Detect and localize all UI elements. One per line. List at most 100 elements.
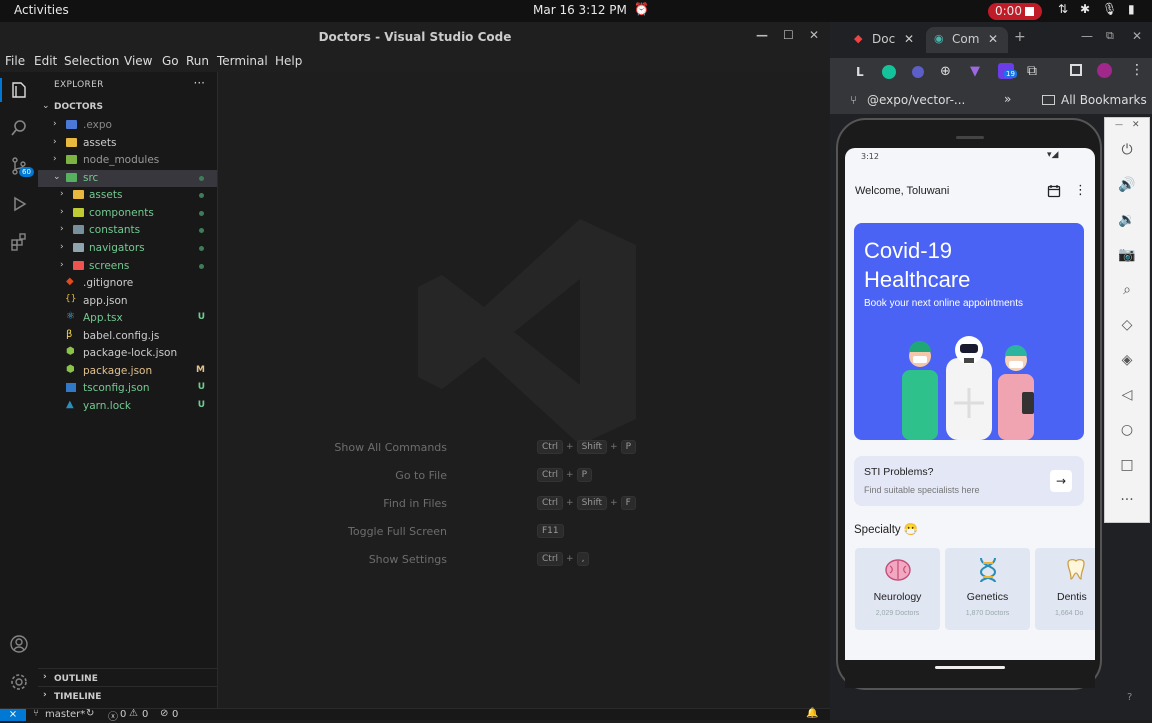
chrome-menu-icon[interactable]: ⋮ [1130, 62, 1144, 78]
hero-banner[interactable]: Covid-19 Healthcare Book your next online… [854, 223, 1084, 440]
close-icon[interactable]: ✕ [809, 28, 819, 42]
tree-item-package-json[interactable]: ⬢ package.json M [38, 363, 217, 380]
tree-item-components[interactable]: › components [38, 205, 217, 222]
accounts-icon[interactable] [9, 634, 29, 654]
more-options-icon[interactable]: ⋮ [1074, 183, 1087, 198]
maximize-icon[interactable]: ☐ [783, 28, 794, 42]
grammarly-icon[interactable] [882, 65, 896, 79]
notifications-bell-icon[interactable]: 🔔 [806, 708, 818, 719]
rotate-left-icon[interactable]: ◇ [1118, 317, 1136, 335]
power-icon[interactable]: ⏻ [1118, 142, 1136, 160]
tree-item-package-lock[interactable]: ⬢ package-lock.json [38, 345, 217, 362]
search-icon[interactable] [9, 118, 29, 138]
menu-terminal[interactable]: Terminal [217, 54, 268, 68]
tree-item-constants[interactable]: › constants [38, 222, 217, 239]
vscode-watermark-logo [418, 219, 636, 445]
menu-go[interactable]: Go [162, 54, 179, 68]
menu-selection[interactable]: Selection [64, 54, 119, 68]
close-tab-icon[interactable]: ✕ [988, 32, 998, 46]
volume-down-icon[interactable]: 🔉 [1118, 212, 1136, 230]
ports-icon[interactable]: ⊘ [160, 708, 168, 719]
microphone-icon[interactable]: 🎙 [1102, 2, 1117, 16]
dna-icon [979, 557, 997, 583]
tree-item-tsconfig[interactable]: tsconfig.json U [38, 380, 217, 397]
volume-up-icon[interactable]: 🔊 [1118, 177, 1136, 195]
error-icon[interactable]: ⓧ [108, 708, 118, 723]
maximize-icon[interactable]: ⧉ [1106, 29, 1114, 43]
arrow-right-icon[interactable]: → [1050, 470, 1072, 492]
editor-area[interactable]: Show All Commands Ctrl + Shift + P Go to Fil… [219, 72, 830, 708]
more-actions-icon[interactable]: ··· [194, 76, 205, 90]
sti-problems-card[interactable]: STI Problems? Find suitable specialists … [854, 456, 1084, 506]
specialty-card-genetics[interactable]: Genetics 1,870 Doctors [945, 548, 1030, 630]
calendar-icon[interactable] [1047, 184, 1061, 198]
extension-icon[interactable] [912, 66, 924, 78]
screen-recording-indicator[interactable]: 0:00 [988, 3, 1042, 20]
extensions-icon[interactable] [9, 232, 29, 252]
back-icon[interactable]: ◁ [1118, 387, 1136, 405]
folder-icon [66, 138, 77, 147]
browser-tab-active[interactable]: ◉ Com ✕ [926, 27, 1008, 53]
more-bookmarks-icon[interactable]: » [1004, 92, 1011, 106]
close-icon[interactable]: ✕ [1132, 120, 1140, 130]
tree-item-babel-config[interactable]: β babel.config.js [38, 328, 217, 345]
profile-avatar[interactable] [1097, 63, 1112, 78]
bookmark-item[interactable]: @expo/vector-... [867, 93, 965, 107]
menu-run[interactable]: Run [186, 54, 209, 68]
home-icon[interactable]: ○ [1118, 422, 1136, 440]
activities-button[interactable]: Activities [14, 3, 69, 17]
tree-item-expo[interactable]: › .expo [38, 117, 217, 134]
minimize-icon[interactable]: — [1115, 120, 1123, 129]
timeline-section[interactable]: › TIMELINE [38, 686, 217, 704]
menu-help[interactable]: Help [275, 54, 302, 68]
extension-l-icon[interactable]: L [856, 65, 864, 79]
outline-section[interactable]: › OUTLINE [38, 668, 217, 686]
menu-view[interactable]: View [124, 54, 152, 68]
zoom-icon[interactable]: ⌕ [1118, 282, 1136, 300]
help-icon[interactable]: ? [1127, 692, 1132, 703]
tree-item-app-tsx[interactable]: ⚛ App.tsx U [38, 310, 217, 327]
new-tab-icon[interactable]: + [1014, 29, 1026, 45]
run-debug-icon[interactable] [9, 194, 29, 214]
tree-item-src[interactable]: ⌄ src [38, 170, 217, 187]
browser-tab[interactable]: ◆ Doc ✕ [844, 27, 922, 53]
minimize-icon[interactable]: — [756, 28, 768, 42]
menu-file[interactable]: File [5, 54, 25, 68]
home-gesture-handle[interactable] [935, 666, 1005, 669]
tree-item-yarn-lock[interactable]: ▲ yarn.lock U [38, 398, 217, 415]
menu-edit[interactable]: Edit [34, 54, 57, 68]
overview-icon[interactable]: □ [1118, 457, 1136, 475]
explorer-icon[interactable] [9, 80, 29, 100]
all-bookmarks[interactable]: All Bookmarks [1061, 93, 1147, 107]
network-icon[interactable]: ⇅ [1058, 2, 1068, 16]
folder-icon [73, 208, 84, 217]
git-branch[interactable]: master* [45, 709, 85, 720]
rotate-right-icon[interactable]: ◈ [1118, 352, 1136, 370]
tree-item-assets[interactable]: › assets [38, 135, 217, 152]
tree-item-node-modules[interactable]: › node_modules [38, 152, 217, 169]
extension-icon[interactable]: ⊕ [940, 64, 951, 79]
bluetooth-icon[interactable]: ✱ [1080, 2, 1090, 16]
specialty-card-dentistry[interactable]: Dentis 1,664 Do [1035, 548, 1095, 630]
camera-icon[interactable]: 📷 [1118, 247, 1136, 265]
sync-icon[interactable]: ↻ [86, 708, 94, 719]
side-panel-icon[interactable] [1070, 64, 1082, 76]
tree-item-screens[interactable]: › screens [38, 258, 217, 275]
settings-gear-icon[interactable] [9, 672, 29, 692]
specialty-card-neurology[interactable]: Neurology 2,029 Doctors [855, 548, 940, 630]
extension-icon[interactable]: ▼ [970, 64, 980, 79]
tree-item-navigators[interactable]: › navigators [38, 240, 217, 257]
tree-item-gitignore[interactable]: ◆ .gitignore [38, 275, 217, 292]
workspace-root[interactable]: ⌄ DOCTORS [38, 99, 217, 116]
extensions-puzzle-icon[interactable]: ⧉ [1027, 63, 1037, 79]
close-icon[interactable]: ✕ [1132, 29, 1142, 43]
clock[interactable]: Mar 16 3:12 PM [533, 3, 627, 17]
tree-item-src-assets[interactable]: › assets [38, 187, 217, 204]
battery-icon[interactable]: ▮ [1128, 2, 1135, 16]
more-icon[interactable]: ··· [1118, 492, 1136, 510]
tree-item-app-json[interactable]: {} app.json [38, 293, 217, 310]
minimize-icon[interactable]: — [1081, 29, 1093, 43]
remote-indicator-icon[interactable]: ⨯ [0, 709, 26, 721]
close-tab-icon[interactable]: ✕ [904, 32, 914, 46]
yarn-file-icon: ▲ [66, 399, 74, 410]
